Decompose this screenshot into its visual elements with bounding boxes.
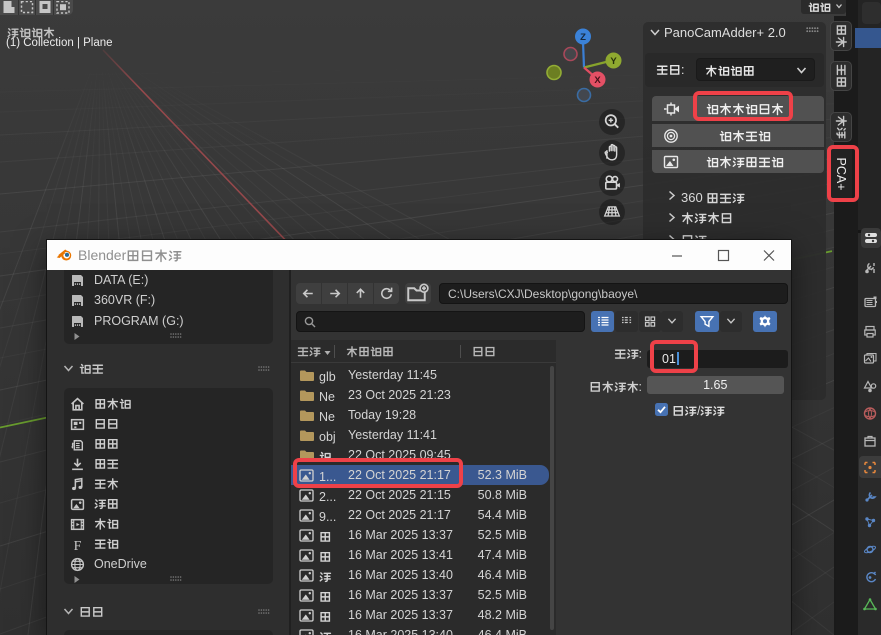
svg-text:Y: Y (610, 56, 617, 67)
svg-text:X: X (594, 75, 601, 86)
svg-text:F: F (74, 538, 82, 551)
svg-text:Z: Z (580, 32, 586, 43)
